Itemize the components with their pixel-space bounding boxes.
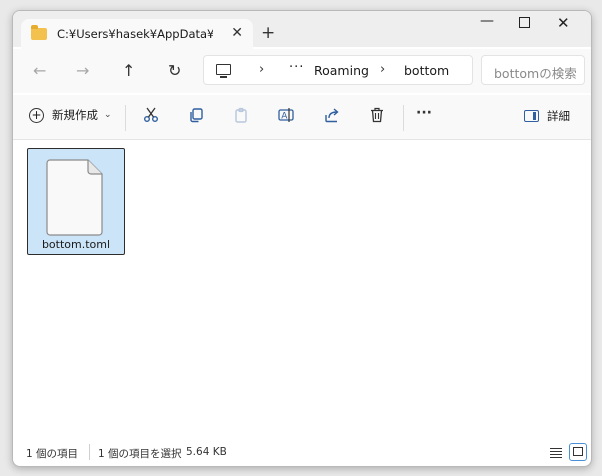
details-view-icon[interactable] (547, 443, 565, 461)
chevron-down-icon: ⌄ (104, 110, 112, 120)
breadcrumb-bottom[interactable]: bottom (404, 63, 449, 78)
svg-text:A: A (281, 112, 288, 122)
close-window-button[interactable]: ✕ (557, 14, 570, 32)
navigation-bar: ← → ↑ ↻ › ··· Roaming › bottom bottomの検索 (13, 49, 591, 93)
breadcrumb-separator[interactable]: › (380, 62, 385, 77)
file-name: bottom.toml (41, 238, 111, 251)
back-button[interactable]: ← (33, 61, 46, 80)
cut-icon[interactable] (143, 107, 159, 127)
share-icon[interactable] (324, 107, 340, 127)
rename-icon[interactable]: A (278, 107, 296, 127)
selected-size: 5.64 KB (186, 446, 227, 458)
plus-circle-icon: + (29, 107, 44, 123)
status-bar: 1 個の項目 1 個の項目を選択 5.64 KB (13, 441, 591, 465)
details-label: 詳細 (547, 109, 570, 123)
up-button[interactable]: ↑ (122, 61, 135, 80)
this-pc-icon[interactable] (216, 64, 231, 78)
tab-close-icon[interactable]: ✕ (231, 25, 243, 41)
forward-button[interactable]: → (76, 61, 89, 80)
status-divider (89, 444, 90, 460)
command-bar: + 新規作成 ⌄ A ··· 詳細 (13, 95, 591, 140)
details-button[interactable]: 詳細 (524, 108, 570, 124)
active-tab[interactable]: C:¥Users¥hasek¥AppData¥Roaming¥bottom ✕ (21, 19, 253, 49)
command-divider (125, 105, 126, 131)
new-button-label: 新規作成 (52, 108, 98, 122)
title-bar: C:¥Users¥hasek¥AppData¥Roaming¥bottom ✕ … (13, 11, 591, 49)
address-bar[interactable]: › ··· Roaming › bottom (203, 55, 473, 85)
more-options-button[interactable]: ··· (416, 105, 432, 121)
document-icon (46, 159, 103, 236)
item-count: 1 個の項目 (26, 448, 79, 460)
tab-title: C:¥Users¥hasek¥AppData¥Roaming¥bottom (57, 27, 213, 41)
breadcrumb-more-button[interactable]: ··· (289, 60, 304, 75)
breadcrumb-separator[interactable]: › (259, 62, 264, 77)
folder-icon (31, 25, 47, 40)
file-explorer-window: C:¥Users¥hasek¥AppData¥Roaming¥bottom ✕ … (12, 10, 592, 467)
delete-icon[interactable] (369, 107, 385, 127)
details-pane-icon (524, 110, 539, 122)
minimize-button[interactable]: — (480, 13, 494, 29)
maximize-button[interactable] (519, 17, 530, 28)
file-list-area[interactable]: bottom.toml (13, 143, 591, 433)
large-icons-view-icon[interactable] (569, 443, 587, 461)
new-button[interactable]: + 新規作成 ⌄ (29, 107, 112, 123)
breadcrumb-roaming[interactable]: Roaming (314, 63, 369, 78)
paste-icon[interactable] (233, 107, 249, 127)
command-divider (403, 105, 404, 131)
refresh-button[interactable]: ↻ (168, 61, 181, 80)
copy-icon[interactable] (188, 107, 204, 127)
new-tab-button[interactable]: + (261, 23, 275, 43)
selected-count: 1 個の項目を選択 (98, 448, 182, 460)
search-input[interactable]: bottomの検索 (481, 55, 585, 85)
file-item-selected[interactable]: bottom.toml (27, 148, 125, 255)
